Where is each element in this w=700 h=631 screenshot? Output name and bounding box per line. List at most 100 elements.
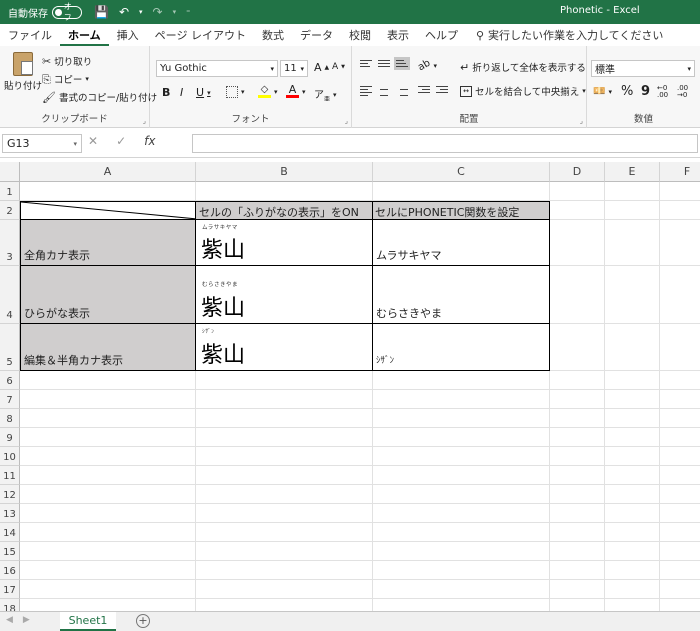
- tab-file[interactable]: ファイル: [0, 24, 60, 46]
- worksheet-grid[interactable]: A B C D E F 1 2 3 4 5 6 7 8 9 10 11 12 1…: [0, 162, 700, 611]
- row-header-12[interactable]: 12: [0, 485, 20, 504]
- select-all-corner[interactable]: [0, 162, 20, 182]
- cell-b3[interactable]: ムラサキヤマ 紫山: [195, 219, 373, 266]
- customize-qat-icon[interactable]: ⁼: [186, 8, 190, 17]
- font-size-combo[interactable]: 11 ▾: [280, 60, 308, 77]
- undo-dropdown-icon[interactable]: ▾: [139, 8, 143, 16]
- row-header-11[interactable]: 11: [0, 466, 20, 485]
- cell-b4[interactable]: むらさきやま 紫山: [195, 265, 373, 324]
- percent-button[interactable]: %: [621, 84, 633, 99]
- comma-button[interactable]: 9: [641, 84, 650, 99]
- autosave-toggle[interactable]: オフ: [52, 2, 82, 22]
- tab-page-layout[interactable]: ページ レイアウト: [147, 24, 254, 46]
- align-right-button[interactable]: [396, 86, 408, 96]
- column-header-b[interactable]: B: [196, 162, 373, 182]
- format-painter-button[interactable]: 🖌 書式のコピー/貼り付け: [42, 90, 157, 105]
- tab-insert[interactable]: 挿入: [109, 24, 147, 46]
- increase-indent-button[interactable]: [436, 86, 448, 93]
- row-header-14[interactable]: 14: [0, 523, 20, 542]
- row-header-16[interactable]: 16: [0, 561, 20, 580]
- add-sheet-icon[interactable]: +: [136, 614, 150, 628]
- row-header-3[interactable]: 3: [0, 220, 20, 266]
- row-header-4[interactable]: 4: [0, 266, 20, 324]
- cell-a2-diagonal[interactable]: [20, 201, 196, 220]
- paste-button[interactable]: 貼り付け: [4, 52, 42, 92]
- dialog-launcher-icon[interactable]: ⌟: [580, 117, 583, 125]
- autosave[interactable]: 自動保存 オフ: [8, 2, 82, 22]
- number-format-combo[interactable]: 標準 ▾: [591, 60, 695, 77]
- copy-button[interactable]: ⎘ コピー ▾: [42, 72, 89, 87]
- tab-review[interactable]: 校閲: [341, 24, 379, 46]
- row-header-15[interactable]: 15: [0, 542, 20, 561]
- next-sheet-icon[interactable]: ▶: [23, 615, 30, 625]
- redo-dropdown-icon[interactable]: ▾: [173, 8, 177, 16]
- tab-help[interactable]: ヘルプ: [417, 24, 466, 46]
- cut-button[interactable]: ✂ 切り取り: [42, 54, 92, 69]
- underline-button[interactable]: U ▾: [196, 86, 211, 99]
- decrease-decimal-button[interactable]: .00 →0: [677, 85, 688, 99]
- cell-c3[interactable]: ムラサキヤマ: [372, 219, 550, 266]
- row-header-10[interactable]: 10: [0, 447, 20, 466]
- align-center-button[interactable]: [378, 86, 390, 96]
- accounting-format-button[interactable]: 💴 ▾: [593, 86, 612, 97]
- align-top-button[interactable]: [360, 60, 372, 67]
- align-left-button[interactable]: [360, 86, 372, 96]
- row-header-18[interactable]: 18: [0, 599, 20, 611]
- row-header-17[interactable]: 17: [0, 580, 20, 599]
- redo-icon[interactable]: ↷: [153, 5, 163, 19]
- tab-formulas[interactable]: 数式: [254, 24, 292, 46]
- undo-icon[interactable]: ↶: [119, 5, 129, 19]
- copy-dropdown-icon[interactable]: ▾: [85, 75, 89, 83]
- align-middle-button[interactable]: [378, 60, 390, 67]
- cell-a4[interactable]: ひらがな表示: [20, 265, 196, 324]
- column-header-d[interactable]: D: [550, 162, 605, 182]
- column-header-c[interactable]: C: [373, 162, 550, 182]
- cell-c5[interactable]: ｼｻﾞﾝ: [372, 323, 550, 371]
- tab-view[interactable]: 表示: [379, 24, 417, 46]
- column-header-f[interactable]: F: [660, 162, 700, 182]
- increase-decimal-button[interactable]: ←0.00: [657, 85, 668, 99]
- cancel-icon[interactable]: ✕: [88, 134, 98, 148]
- decrease-indent-button[interactable]: [418, 86, 430, 93]
- fill-color-button[interactable]: ◇ ▾: [258, 85, 278, 98]
- cell-b5[interactable]: ｼｻﾞﾝ 紫山: [195, 323, 373, 371]
- insert-function-icon[interactable]: fx: [144, 134, 155, 148]
- cell-c4[interactable]: むらさきやま: [372, 265, 550, 324]
- row-header-2[interactable]: 2: [0, 201, 20, 220]
- enter-icon[interactable]: ✓: [116, 134, 126, 148]
- sheet-tab-sheet1[interactable]: Sheet1: [60, 612, 116, 631]
- row-header-1[interactable]: 1: [0, 182, 20, 201]
- dialog-launcher-icon[interactable]: ⌟: [143, 117, 146, 125]
- orientation-button[interactable]: ab ▾: [416, 58, 437, 74]
- formula-input[interactable]: [192, 134, 698, 153]
- wrap-text-button[interactable]: ↵ 折り返して全体を表示する: [460, 60, 586, 75]
- prev-sheet-icon[interactable]: ◀: [6, 615, 13, 625]
- phonetic-guide-button[interactable]: ア亜 ▾: [314, 86, 337, 103]
- tab-home[interactable]: ホーム: [60, 24, 109, 46]
- cell-b2[interactable]: セルの「ふりがなの表示」をON: [195, 201, 373, 220]
- row-header-8[interactable]: 8: [0, 409, 20, 428]
- row-header-13[interactable]: 13: [0, 504, 20, 523]
- save-icon[interactable]: 💾: [94, 5, 109, 19]
- merge-center-button[interactable]: ↔ セルを結合して中央揃え ▾: [460, 84, 586, 98]
- row-header-7[interactable]: 7: [0, 390, 20, 409]
- row-header-6[interactable]: 6: [0, 371, 20, 390]
- grow-font-button[interactable]: A ▲: [314, 61, 329, 74]
- borders-button[interactable]: ▾: [226, 86, 245, 98]
- tab-data[interactable]: データ: [292, 24, 341, 46]
- align-bottom-button[interactable]: [394, 57, 410, 70]
- row-header-5[interactable]: 5: [0, 324, 20, 371]
- font-color-button[interactable]: A ▾: [286, 84, 306, 98]
- tell-me-search[interactable]: ⚲ 実行したい作業を入力してください: [466, 27, 663, 43]
- italic-button[interactable]: I: [180, 86, 183, 99]
- cell-c2[interactable]: セルにPHONETIC関数を設定: [372, 201, 550, 220]
- bold-button[interactable]: B: [162, 86, 170, 99]
- column-header-a[interactable]: A: [20, 162, 196, 182]
- cell-a3[interactable]: 全角カナ表示: [20, 219, 196, 266]
- shrink-font-button[interactable]: A ▼: [332, 62, 345, 72]
- column-header-e[interactable]: E: [605, 162, 660, 182]
- font-name-combo[interactable]: Yu Gothic ▾: [156, 60, 278, 77]
- row-header-9[interactable]: 9: [0, 428, 20, 447]
- dialog-launcher-icon[interactable]: ⌟: [345, 117, 348, 125]
- name-box[interactable]: G13 ▾: [2, 134, 82, 153]
